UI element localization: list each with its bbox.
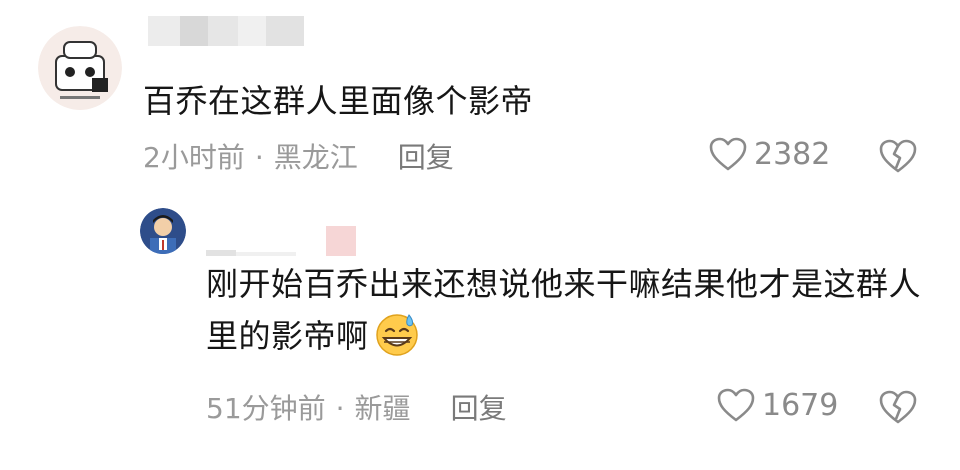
reply-button[interactable]: 回复 <box>451 392 507 425</box>
avatar[interactable] <box>140 208 186 254</box>
avatar-image <box>38 26 122 110</box>
like-button[interactable]: 1679 <box>716 387 838 423</box>
comment-location: 新疆 <box>354 392 411 425</box>
broken-heart-icon[interactable] <box>878 389 918 425</box>
meta-separator: · <box>335 392 345 425</box>
meta-separator: · <box>254 141 264 174</box>
heart-outline-icon <box>709 137 747 171</box>
comment-text-body: 刚开始百乔出来还想说他来干嘛结果他才是这群人里的影帝啊 <box>206 265 922 355</box>
comment-item: 百乔在这群人里面像个影帝 2小时前 · 黑龙江 回复 2382 <box>0 0 960 200</box>
heart-outline-icon <box>717 388 755 422</box>
comment-time: 2小时前 <box>143 141 245 174</box>
grinning-sweat-emoji <box>375 314 418 356</box>
comment-text: 刚开始百乔出来还想说他来干嘛结果他才是这群人里的影帝啊 <box>206 259 926 361</box>
comment-text: 百乔在这群人里面像个影帝 <box>143 82 534 120</box>
comment-location: 黑龙江 <box>273 141 358 174</box>
reply-button[interactable]: 回复 <box>398 141 454 174</box>
avatar[interactable] <box>38 26 122 110</box>
username-redacted <box>206 226 356 256</box>
like-count: 2382 <box>754 136 831 172</box>
like-count: 1679 <box>762 387 839 423</box>
like-button[interactable]: 2382 <box>708 136 830 172</box>
reply-comment-item: 刚开始百乔出来还想说他来干嘛结果他才是这群人里的影帝啊 51分钟前 · 新疆 回复 1… <box>0 200 960 470</box>
comment-time: 51分钟前 <box>206 392 326 425</box>
username-redacted <box>148 16 304 46</box>
comment-meta: 51分钟前 · 新疆 回复 <box>206 387 507 427</box>
avatar-image <box>140 208 186 254</box>
comment-meta: 2小时前 · 黑龙江 回复 <box>143 136 454 176</box>
broken-heart-icon[interactable] <box>878 138 918 174</box>
